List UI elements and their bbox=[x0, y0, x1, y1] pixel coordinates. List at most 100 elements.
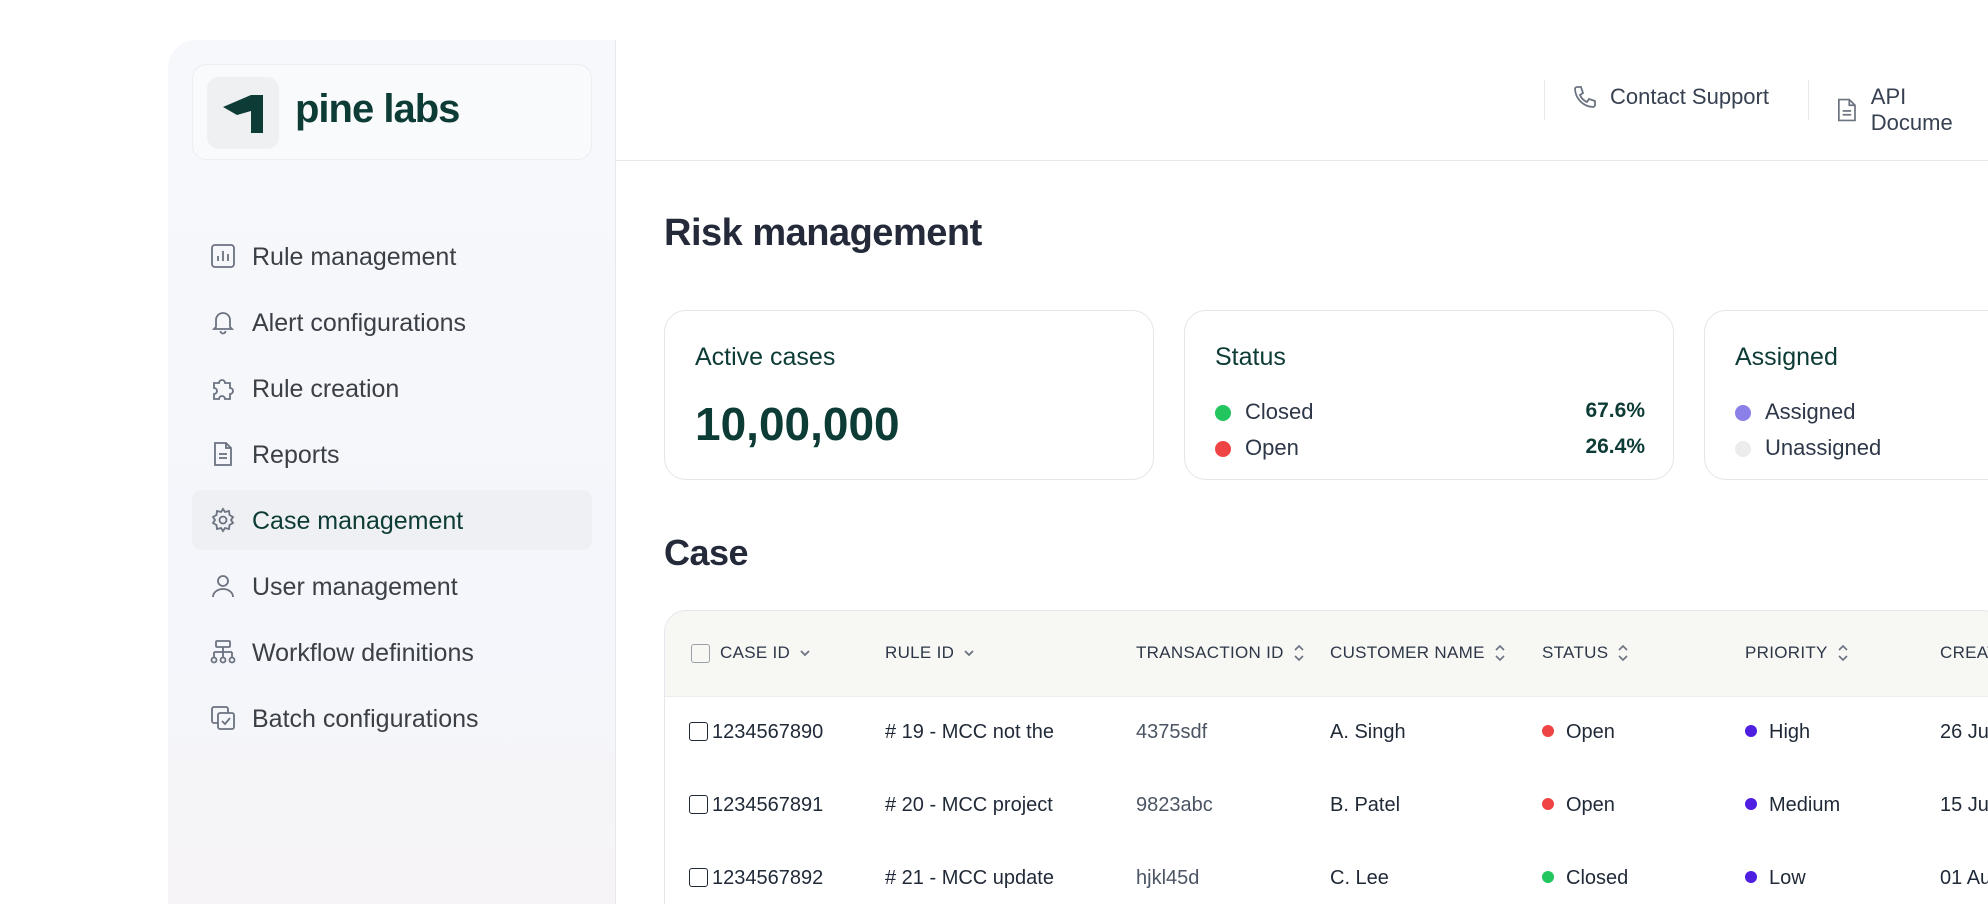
chevron-down-icon bbox=[800, 650, 810, 657]
closed-dot-icon bbox=[1215, 405, 1231, 421]
column-label: CASE ID bbox=[720, 643, 791, 662]
sidebar-item-label: Reports bbox=[252, 441, 340, 469]
brand-name: pine labs bbox=[295, 87, 460, 131]
sidebar-item-batch-configurations[interactable]: Batch configurations bbox=[192, 688, 592, 748]
sidebar-item-reports[interactable]: Reports bbox=[192, 424, 592, 484]
status-text: Closed bbox=[1566, 867, 1629, 889]
user-icon bbox=[212, 575, 234, 598]
column-created[interactable]: CREAT bbox=[1940, 643, 1988, 663]
sidebar-item-case-management[interactable]: Case management bbox=[192, 490, 592, 550]
sidebar-item-label: Case management bbox=[252, 507, 464, 535]
brand-header[interactable]: pine labs bbox=[192, 64, 592, 160]
document-icon bbox=[214, 442, 232, 466]
assigned-dot-icon bbox=[1735, 405, 1751, 421]
sidebar-item-label: Workflow definitions bbox=[252, 639, 474, 667]
column-priority[interactable]: PRIORITY bbox=[1745, 643, 1850, 663]
sidebar: pine labs Rule management Alert configur… bbox=[168, 40, 616, 904]
puzzle-icon bbox=[213, 379, 234, 400]
created-date: 26 Ju bbox=[1940, 721, 1988, 743]
sidebar-nav: Rule management Alert configurations Rul… bbox=[192, 226, 592, 754]
card-title: Active cases bbox=[695, 343, 836, 371]
column-customer-name[interactable]: CUSTOMER NAME bbox=[1330, 643, 1507, 663]
sidebar-item-rule-creation[interactable]: Rule creation bbox=[192, 358, 592, 418]
document-icon bbox=[1837, 98, 1856, 122]
sidebar-item-label: Alert configurations bbox=[252, 309, 467, 337]
legend-value: 26.4% bbox=[1585, 435, 1645, 458]
case-id: 1234567891 bbox=[712, 794, 824, 816]
column-label: CREAT bbox=[1940, 643, 1988, 662]
case-id: 1234567890 bbox=[712, 721, 824, 743]
transaction-id: hjkl45d bbox=[1136, 867, 1200, 889]
active-cases-value: 10,00,000 bbox=[695, 398, 900, 450]
column-case-id[interactable]: CASE ID bbox=[691, 643, 812, 663]
case-table: CASE ID RULE ID TRANSACTION ID CUSTOMER … bbox=[664, 610, 1988, 904]
legend-label: Closed bbox=[1245, 399, 1314, 424]
created-date: 15 Jul bbox=[1940, 794, 1988, 816]
table-row[interactable]: 1234567890 # 19 - MCC not the 4375sdf A.… bbox=[665, 697, 1988, 770]
assigned-legend-unassigned: Unassigned bbox=[1735, 433, 1988, 463]
active-cases-card: Active cases 10,00,000 bbox=[664, 310, 1154, 480]
chevron-down-icon bbox=[964, 650, 974, 657]
sidebar-item-label: Rule management bbox=[252, 243, 457, 271]
sidebar-item-label: Batch configurations bbox=[252, 705, 479, 733]
contact-support-label: Contact Support bbox=[1610, 84, 1769, 109]
case-id-cell: 1234567891 bbox=[689, 794, 823, 817]
sort-icon bbox=[1618, 644, 1628, 662]
header-divider bbox=[1808, 80, 1809, 120]
card-title: Assigned bbox=[1735, 343, 1838, 371]
open-dot-icon bbox=[1215, 441, 1231, 457]
customer-name: A. Singh bbox=[1330, 721, 1406, 743]
sort-icon bbox=[1838, 644, 1848, 662]
column-label: CUSTOMER NAME bbox=[1330, 643, 1485, 662]
status-cell: Open bbox=[1542, 794, 1615, 817]
sort-icon bbox=[1495, 644, 1505, 662]
row-checkbox[interactable] bbox=[689, 795, 708, 814]
unassigned-dot-icon bbox=[1735, 441, 1751, 457]
row-checkbox[interactable] bbox=[689, 868, 708, 887]
priority-dot-icon bbox=[1745, 871, 1757, 883]
bar-chart-icon bbox=[211, 244, 235, 268]
contact-support-link[interactable]: Contact Support bbox=[1572, 84, 1769, 110]
bell-icon bbox=[211, 312, 235, 335]
sidebar-item-alert-configurations[interactable]: Alert configurations bbox=[192, 292, 592, 352]
column-label: TRANSACTION ID bbox=[1136, 643, 1284, 662]
status-dot-icon bbox=[1542, 798, 1554, 810]
phone-icon bbox=[1574, 86, 1596, 108]
column-transaction-id[interactable]: TRANSACTION ID bbox=[1136, 643, 1306, 663]
sidebar-item-workflow-definitions[interactable]: Workflow definitions bbox=[192, 622, 592, 682]
priority-cell: Low bbox=[1745, 867, 1806, 890]
column-status[interactable]: STATUS bbox=[1542, 643, 1630, 663]
priority-text: High bbox=[1769, 721, 1811, 743]
priority-cell: High bbox=[1745, 721, 1810, 744]
transaction-id: 4375sdf bbox=[1136, 721, 1208, 743]
column-label: RULE ID bbox=[885, 643, 955, 662]
top-header: Contact Support API Docume bbox=[616, 40, 1988, 161]
priority-dot-icon bbox=[1745, 798, 1757, 810]
customer-name: B. Patel bbox=[1330, 794, 1401, 816]
rule-id: # 20 - MCC project bbox=[885, 794, 1053, 816]
workflow-icon bbox=[210, 640, 236, 664]
column-label: STATUS bbox=[1542, 643, 1609, 662]
select-all-checkbox[interactable] bbox=[691, 643, 710, 663]
transaction-id: 9823abc bbox=[1136, 794, 1213, 816]
row-checkbox[interactable] bbox=[689, 722, 708, 741]
page-title: Risk management bbox=[664, 212, 982, 254]
table-row[interactable]: 1234567891 # 20 - MCC project 9823abc B.… bbox=[665, 770, 1988, 843]
status-legend-open: Open 26.4% bbox=[1215, 433, 1645, 463]
gear-icon bbox=[211, 507, 235, 533]
assigned-card: Assigned Assigned Unassigned bbox=[1704, 310, 1988, 480]
customer-name: C. Lee bbox=[1330, 867, 1389, 889]
sidebar-item-rule-management[interactable]: Rule management bbox=[192, 226, 592, 286]
priority-dot-icon bbox=[1745, 725, 1757, 737]
sidebar-item-user-management[interactable]: User management bbox=[192, 556, 592, 616]
created-date: 01 Au bbox=[1940, 867, 1988, 889]
priority-cell: Medium bbox=[1745, 794, 1840, 817]
status-legend-closed: Closed 67.6% bbox=[1215, 397, 1645, 427]
card-title: Status bbox=[1215, 343, 1286, 371]
sidebar-item-label: User management bbox=[252, 573, 458, 601]
legend-label: Open bbox=[1245, 435, 1299, 460]
api-docs-link[interactable]: API Docume bbox=[1836, 84, 1988, 136]
column-rule-id[interactable]: RULE ID bbox=[885, 643, 976, 663]
table-row[interactable]: 1234567892 # 21 - MCC update hjkl45d C. … bbox=[665, 843, 1988, 904]
legend-label: Unassigned bbox=[1765, 435, 1882, 460]
